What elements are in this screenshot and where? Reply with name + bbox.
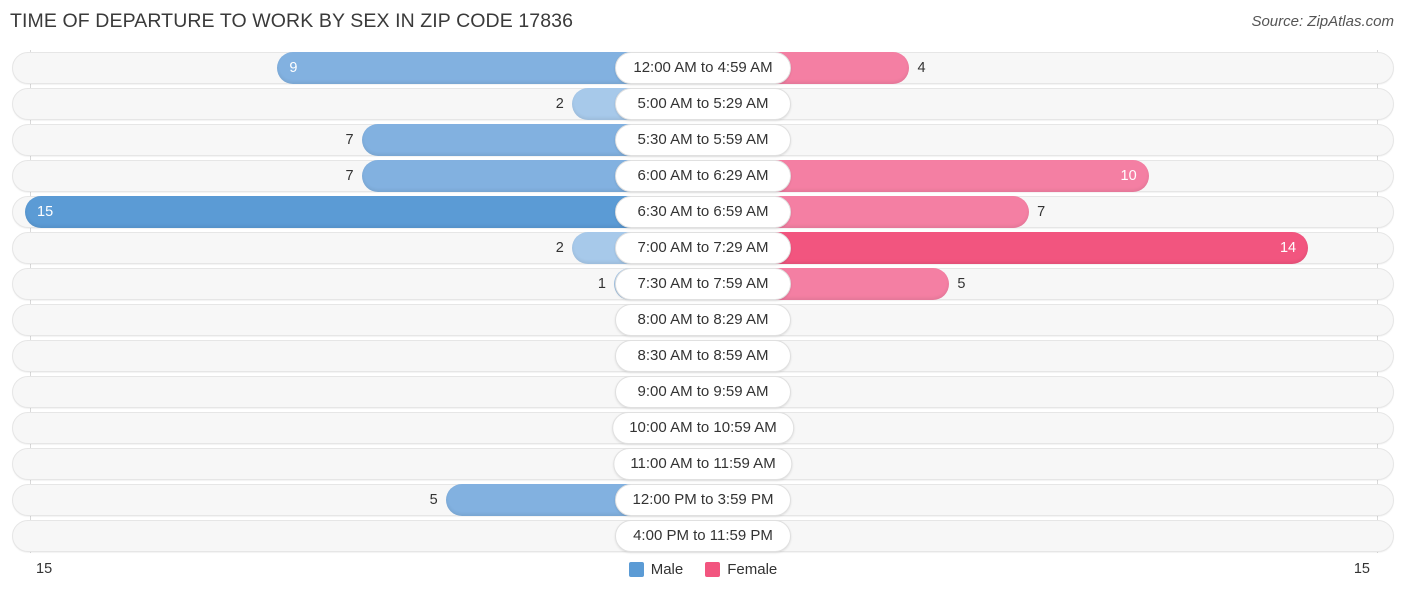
chart-header: TIME OF DEPARTURE TO WORK BY SEX IN ZIP … — [0, 0, 1406, 46]
bar-female[interactable]: 14 — [703, 232, 1309, 264]
bar-value-male: 5 — [429, 492, 438, 508]
bar-value-female: 7 — [1037, 204, 1046, 220]
bar-row: 2 14 7:00 AM to 7:29 AM — [0, 230, 1406, 266]
bar-row: 0011:00 AM to 11:59 AM — [0, 446, 1406, 482]
legend-swatch-icon — [705, 562, 721, 577]
category-label: 6:30 AM to 6:59 AM — [615, 196, 791, 228]
bar-male[interactable]: 15 — [25, 196, 703, 228]
category-label: 10:00 AM to 10:59 AM — [612, 412, 794, 444]
legend-item[interactable]: Male — [628, 561, 684, 578]
source-attribution: Source: ZipAtlas.com — [1251, 13, 1394, 30]
bar-value-female: 5 — [957, 276, 966, 292]
category-label: 12:00 PM to 3:59 PM — [615, 484, 791, 516]
page-title: TIME OF DEPARTURE TO WORK BY SEX IN ZIP … — [10, 10, 574, 32]
bar-row: 009:00 AM to 9:59 AM — [0, 374, 1406, 410]
bar-row: 15 7 6:30 AM to 6:59 AM — [0, 194, 1406, 230]
category-label: 9:00 AM to 9:59 AM — [615, 376, 791, 408]
legend-label: Female — [727, 561, 778, 578]
bar-value-male: 7 — [345, 132, 354, 148]
chart-container: TIME OF DEPARTURE TO WORK BY SEX IN ZIP … — [0, 0, 1406, 595]
category-label: 7:30 AM to 7:59 AM — [615, 268, 791, 300]
bar-value-female: 10 — [1120, 168, 1137, 184]
bar-row: 705:30 AM to 5:59 AM — [0, 122, 1406, 158]
category-label: 5:00 AM to 5:29 AM — [615, 88, 791, 120]
legend-label: Male — [650, 561, 684, 578]
bar-row: 0010:00 AM to 10:59 AM — [0, 410, 1406, 446]
chart-footer: 15 15 Male Female — [0, 556, 1406, 595]
bar-value-male: 1 — [597, 276, 606, 292]
bar-row: 008:00 AM to 8:29 AM — [0, 302, 1406, 338]
category-label: 8:00 AM to 8:29 AM — [615, 304, 791, 336]
plot-area: 9 4 12:00 AM to 4:59 AM205:00 AM to 5:29 A… — [0, 50, 1406, 553]
category-label: 11:00 AM to 11:59 AM — [613, 448, 793, 480]
legend-item[interactable]: Female — [705, 561, 777, 578]
bar-row: 004:00 PM to 11:59 PM — [0, 518, 1406, 554]
bar-value-male: 2 — [555, 240, 564, 256]
legend-swatch-icon — [628, 562, 644, 577]
bar-row: 9 4 12:00 AM to 4:59 AM — [0, 50, 1406, 86]
category-label: 8:30 AM to 8:59 AM — [615, 340, 791, 372]
bar-value-male: 2 — [555, 96, 564, 112]
bar-row: 5012:00 PM to 3:59 PM — [0, 482, 1406, 518]
bar-row: 008:30 AM to 8:59 AM — [0, 338, 1406, 374]
category-label: 12:00 AM to 4:59 AM — [615, 52, 791, 84]
bar-row: 205:00 AM to 5:29 AM — [0, 86, 1406, 122]
chart-legend: Male Female — [0, 561, 1406, 578]
category-label: 6:00 AM to 6:29 AM — [615, 160, 791, 192]
bar-value-female: 4 — [917, 60, 926, 76]
bar-value-male: 9 — [289, 60, 298, 76]
bar-value-male: 7 — [345, 168, 354, 184]
category-label: 7:00 AM to 7:29 AM — [615, 232, 791, 264]
bar-rows: 9 4 12:00 AM to 4:59 AM205:00 AM to 5:29 A… — [0, 50, 1406, 554]
bar-row: 7 10 6:00 AM to 6:29 AM — [0, 158, 1406, 194]
category-label: 4:00 PM to 11:59 PM — [615, 520, 791, 552]
bar-value-female: 14 — [1279, 240, 1297, 256]
bar-value-male: 15 — [37, 204, 54, 220]
category-label: 5:30 AM to 5:59 AM — [615, 124, 791, 156]
bar-row: 1 5 7:30 AM to 7:59 AM — [0, 266, 1406, 302]
